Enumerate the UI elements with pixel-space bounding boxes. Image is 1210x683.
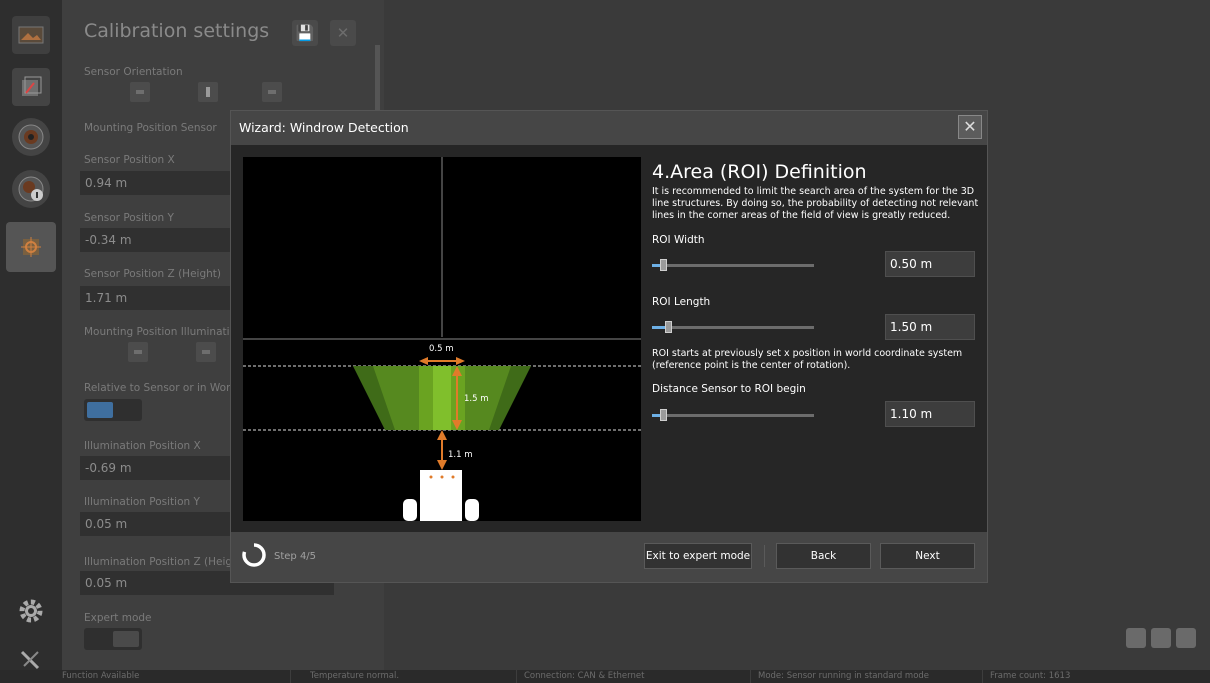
edit-icon bbox=[22, 76, 42, 96]
width-arrow-right bbox=[456, 357, 465, 365]
save-icon: 💾 bbox=[295, 24, 315, 42]
roi-diagram: 0.5 m 1.5 m 1.1 m bbox=[243, 157, 641, 521]
sensor-info-icon bbox=[18, 176, 44, 202]
illumination-option-1[interactable] bbox=[128, 342, 148, 362]
roi-width-slider[interactable] bbox=[652, 257, 814, 273]
image-view-button[interactable] bbox=[12, 16, 50, 54]
slider-track bbox=[652, 326, 814, 329]
expert-mode-toggle[interactable] bbox=[84, 628, 142, 650]
view-3d-button-3[interactable] bbox=[1176, 628, 1196, 648]
image-icon bbox=[18, 26, 44, 44]
tractor-wheel-left bbox=[403, 499, 417, 521]
slider-thumb[interactable] bbox=[660, 409, 667, 421]
distance-dimension-label: 1.1 m bbox=[448, 450, 473, 460]
sensor-marker bbox=[440, 475, 444, 479]
panel-title: Calibration settings bbox=[84, 20, 270, 42]
status-connection: Connection: CAN & Ethernet bbox=[524, 671, 645, 681]
distance-label: Distance Sensor to ROI begin bbox=[652, 383, 806, 395]
orientation-option-3[interactable] bbox=[262, 82, 282, 102]
width-arrow-left bbox=[419, 357, 428, 365]
roi-width-dimension-label: 0.5 m bbox=[429, 344, 454, 354]
wizard-footer: Step 4/5 Exit to expert mode Back Next bbox=[231, 532, 987, 582]
illumination-x-label: Illumination Position X bbox=[84, 440, 201, 452]
step-progress-icon bbox=[242, 543, 266, 567]
mounting-position-sensor-label: Mounting Position Sensor bbox=[84, 122, 217, 134]
camera-view-button[interactable] bbox=[12, 118, 50, 156]
calibration-view-button[interactable] bbox=[6, 222, 56, 272]
app-icon-rail bbox=[0, 0, 62, 683]
illumination-y-label: Illumination Position Y bbox=[84, 496, 200, 508]
camera-lens-icon bbox=[18, 124, 44, 150]
close-icon: ✕ bbox=[963, 117, 977, 136]
edit-view-button[interactable] bbox=[12, 68, 50, 106]
roi-width-label: ROI Width bbox=[652, 234, 705, 246]
distance-input[interactable]: 1.10 m bbox=[885, 401, 975, 427]
roi-width-input[interactable]: 0.50 m bbox=[885, 251, 975, 277]
slider-thumb[interactable] bbox=[665, 321, 672, 333]
relative-toggle[interactable] bbox=[84, 399, 142, 421]
roi-length-slider[interactable] bbox=[652, 319, 814, 335]
slider-track bbox=[652, 264, 814, 267]
sensor-orientation-label: Sensor Orientation bbox=[84, 66, 183, 78]
wizard-close-button[interactable]: ✕ bbox=[958, 115, 982, 139]
orientation-option-2[interactable] bbox=[198, 82, 218, 102]
wizard-title: Wizard: Windrow Detection bbox=[239, 120, 409, 135]
status-divider bbox=[982, 670, 983, 683]
settings-button[interactable] bbox=[12, 592, 50, 630]
step-heading: 4.Area (ROI) Definition bbox=[652, 161, 867, 183]
mounting-position-illumination-label: Mounting Position Illumination bbox=[84, 326, 243, 338]
distance-slider[interactable] bbox=[652, 407, 814, 423]
status-bar: Function Available Temperature normal. C… bbox=[0, 670, 1210, 683]
status-divider bbox=[516, 670, 517, 683]
tractor-wheel-right bbox=[465, 499, 479, 521]
status-frame-count: Frame count: 1613 bbox=[990, 671, 1071, 681]
roi-start-note: ROI starts at previously set x position … bbox=[652, 348, 963, 371]
calibration-target-icon bbox=[21, 237, 41, 257]
expert-mode-label: Expert mode bbox=[84, 612, 152, 624]
roi-length-input[interactable]: 1.50 m bbox=[885, 314, 975, 340]
status-divider bbox=[750, 670, 751, 683]
orientation-option-1[interactable] bbox=[130, 82, 150, 102]
distance-arrow-top bbox=[437, 430, 447, 440]
wizard-dialog: Wizard: Windrow Detection ✕ 0.5 m 1.5 m … bbox=[230, 110, 988, 583]
illumination-z-label: Illumination Position Z (Height) bbox=[84, 556, 247, 568]
next-button[interactable]: Next bbox=[880, 543, 975, 569]
close-icon: ✕ bbox=[336, 24, 350, 42]
sensor-marker bbox=[451, 475, 455, 479]
status-temperature: Temperature normal. bbox=[310, 671, 400, 681]
view-3d-button-2[interactable] bbox=[1151, 628, 1171, 648]
roi-length-label: ROI Length bbox=[652, 296, 711, 308]
sensor-position-x-label: Sensor Position X bbox=[84, 154, 175, 166]
step-indicator: Step 4/5 bbox=[274, 551, 317, 562]
wizard-body: 0.5 m 1.5 m 1.1 m 4.Area (ROI) Definitio… bbox=[231, 145, 987, 532]
slider-track bbox=[652, 414, 814, 417]
roi-length-dimension-label: 1.5 m bbox=[464, 394, 489, 404]
roi-center-band bbox=[433, 366, 451, 430]
slider-thumb[interactable] bbox=[660, 259, 667, 271]
sensor-position-y-label: Sensor Position Y bbox=[84, 212, 174, 224]
status-function: Function Available bbox=[62, 671, 140, 681]
distance-arrow-bottom bbox=[437, 460, 447, 470]
roi-diagram-svg bbox=[243, 157, 641, 521]
footer-divider bbox=[764, 545, 765, 567]
relative-label: Relative to Sensor or in World bbox=[84, 382, 240, 394]
status-divider bbox=[290, 670, 291, 683]
sensor-position-z-label: Sensor Position Z (Height) bbox=[84, 268, 221, 280]
sensor-marker bbox=[429, 475, 433, 479]
view-3d-button-1[interactable] bbox=[1126, 628, 1146, 648]
status-mode: Mode: Sensor running in standard mode bbox=[758, 671, 930, 681]
exit-to-expert-mode-button[interactable]: Exit to expert mode bbox=[644, 543, 752, 569]
step-description: It is recommended to limit the search ar… bbox=[652, 186, 979, 221]
illumination-option-2[interactable] bbox=[196, 342, 216, 362]
back-button[interactable]: Back bbox=[776, 543, 871, 569]
save-button[interactable]: 💾 bbox=[292, 20, 318, 46]
wizard-header: Wizard: Windrow Detection ✕ bbox=[231, 111, 987, 145]
close-panel-button[interactable]: ✕ bbox=[330, 20, 356, 46]
sensor-info-button[interactable] bbox=[12, 170, 50, 208]
gear-icon bbox=[19, 599, 43, 623]
